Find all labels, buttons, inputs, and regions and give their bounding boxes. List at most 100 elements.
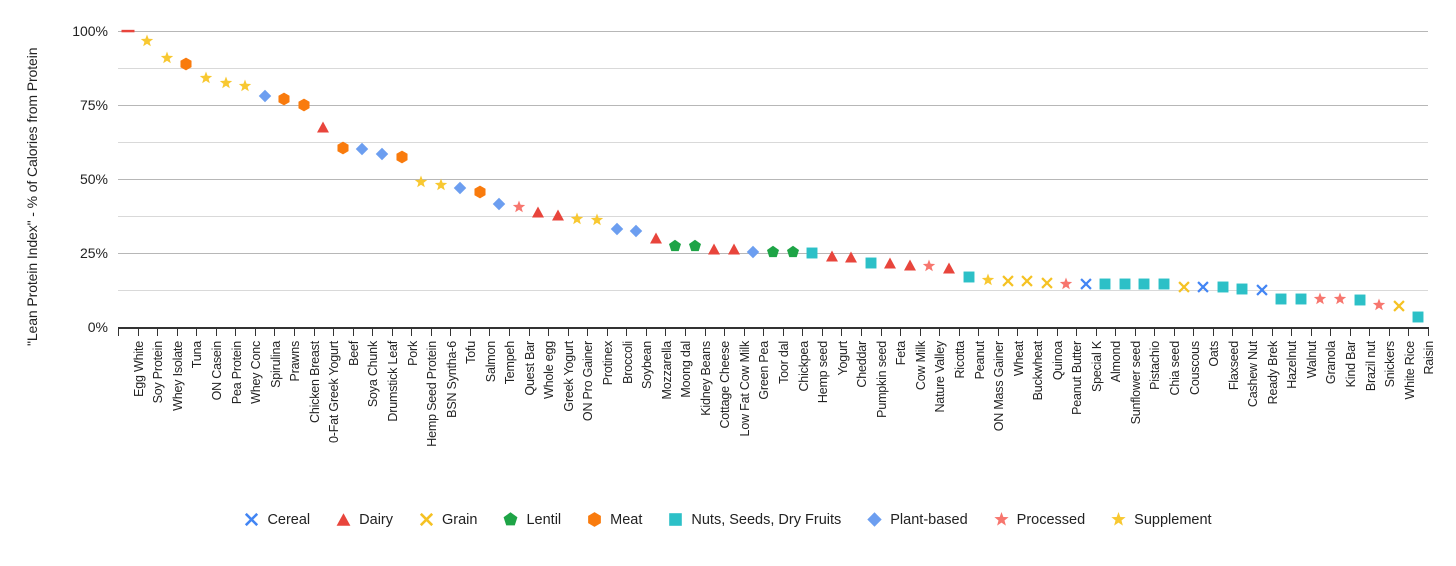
x-axis-label: Low Fat Cow Milk: [737, 341, 752, 437]
x-axis-label: Beef: [346, 341, 361, 366]
legend-label: Lentil: [526, 512, 562, 528]
x-axis-label: Hemp Seed Protein: [425, 341, 440, 447]
x-axis-tick: [920, 327, 921, 336]
x-axis-tick: [509, 327, 510, 336]
x-axis-tick: [1017, 327, 1018, 336]
legend-item-processed[interactable]: Processed: [994, 512, 1085, 528]
x-axis-label: Ready Brek: [1265, 341, 1280, 405]
plot-area: [118, 31, 1428, 327]
star-icon: [994, 512, 1010, 528]
x-axis-tick: [1428, 327, 1429, 336]
x-axis-tick: [939, 327, 940, 336]
x-axis-label: Kind Bar: [1344, 341, 1358, 388]
x-axis-tick: [665, 327, 666, 336]
pentagon-icon: [503, 512, 519, 528]
x-axis-label: Cow Milk: [913, 341, 928, 391]
legend-item-plant-based[interactable]: Plant-based: [867, 512, 968, 528]
x-axis-label: Quinoa: [1050, 341, 1065, 381]
x-axis-tick: [1174, 327, 1175, 336]
x-axis-tick: [1272, 327, 1273, 336]
legend-label: Grain: [442, 512, 478, 528]
legend-item-dairy[interactable]: Dairy: [336, 512, 393, 528]
x-axis-tick: [685, 327, 686, 336]
x-axis-label: Prawns: [288, 341, 303, 382]
x-axis-label: Brazil nut: [1363, 341, 1378, 392]
x-axis-label: Special K: [1089, 341, 1104, 393]
x-axis-tick: [1350, 327, 1351, 336]
x-axis-tick: [1135, 327, 1136, 336]
x-axis-tick: [196, 327, 197, 336]
x-axis-label: Pistachio: [1148, 341, 1163, 390]
x-axis-tick: [333, 327, 334, 336]
x-axis-label: Walnut: [1304, 341, 1319, 379]
legend-item-meat[interactable]: Meat: [587, 512, 642, 528]
legend-label: Plant-based: [890, 512, 968, 528]
x-axis-tick: [1154, 327, 1155, 336]
x-axis-label: Soy Protein: [151, 341, 166, 404]
x-axis-label: Moong dal: [679, 341, 694, 398]
x-axis-label: Hazelnut: [1285, 341, 1300, 389]
legend-item-grain[interactable]: Grain: [419, 512, 477, 528]
x-axis-tick: [822, 327, 823, 336]
x-axis-label: Raisin: [1422, 341, 1437, 375]
x-axis-label: Ricotta: [952, 341, 967, 379]
x-axis-label: 0-Fat Greek Yogurt: [327, 341, 342, 444]
x-axis-tick: [1311, 327, 1312, 336]
x-axis-label: Oats: [1207, 341, 1222, 367]
x-axis-tick: [900, 327, 901, 336]
x-axis-tick: [802, 327, 803, 336]
x-axis-tick: [548, 327, 549, 336]
legend-label: Dairy: [359, 512, 393, 528]
x-axis-tick: [1389, 327, 1390, 336]
x-axis-tick: [157, 327, 158, 336]
x-axis-label: Mozzarella: [659, 341, 674, 400]
x-axis-tick: [372, 327, 373, 336]
legend-item-lentil[interactable]: Lentil: [503, 512, 561, 528]
x-axis-tick: [1096, 327, 1097, 336]
x-axis-label: Peanut Butter: [1070, 341, 1085, 415]
x-axis-label: Granola: [1324, 341, 1339, 385]
x-axis-tick: [587, 327, 588, 336]
x-axis-label: Quest Bar: [522, 341, 537, 396]
chart-legend: Cereal Dairy Grain Lentil Meat Nuts, Seeds, D…: [0, 512, 1456, 528]
x-axis-tick: [1076, 327, 1077, 336]
x-icon: [244, 512, 260, 528]
legend-item-nuts-seeds-dry-fruits[interactable]: Nuts, Seeds, Dry Fruits: [668, 512, 841, 528]
x-axis-tick: [177, 327, 178, 336]
x-axis-label: ON Casein: [209, 341, 224, 401]
x-axis-label: Nature Valley: [933, 341, 948, 413]
x-axis-tick: [1037, 327, 1038, 336]
x-axis-tick: [783, 327, 784, 336]
x-axis-label: Protinex: [601, 341, 616, 386]
legend-item-cereal[interactable]: Cereal: [244, 512, 310, 528]
x-axis-tick: [568, 327, 569, 336]
x-axis-tick: [431, 327, 432, 336]
square-icon: [668, 512, 684, 528]
x-icon: [419, 512, 435, 528]
x-axis-tick: [118, 327, 119, 336]
legend-item-supplement[interactable]: Supplement: [1111, 512, 1212, 528]
x-axis-tick: [353, 327, 354, 336]
x-axis-label: Pork: [405, 341, 420, 366]
legend-label: Nuts, Seeds, Dry Fruits: [691, 512, 842, 528]
x-axis-label: Whey Conc: [249, 341, 264, 404]
x-axis-tick: [959, 327, 960, 336]
x-axis-tick: [529, 327, 530, 336]
x-axis-tick: [724, 327, 725, 336]
x-axis-label: Almond: [1109, 341, 1124, 383]
x-axis-label: Couscous: [1187, 341, 1202, 395]
y-axis-tick-label: 0%: [87, 319, 108, 335]
x-axis-tick: [1330, 327, 1331, 336]
x-axis-label: Peanut: [972, 341, 987, 380]
x-axis-tick: [1291, 327, 1292, 336]
x-axis-tick: [861, 327, 862, 336]
x-axis-label: Tempeh: [503, 341, 518, 385]
y-axis-tick-label: 50%: [79, 171, 108, 187]
x-axis-tick: [470, 327, 471, 336]
x-axis-tick: [1408, 327, 1409, 336]
x-axis-tick: [216, 327, 217, 336]
x-axis-label: Chia seed: [1168, 341, 1183, 396]
x-axis-tick: [314, 327, 315, 336]
x-axis-tick: [881, 327, 882, 336]
x-axis-tick: [1369, 327, 1370, 336]
